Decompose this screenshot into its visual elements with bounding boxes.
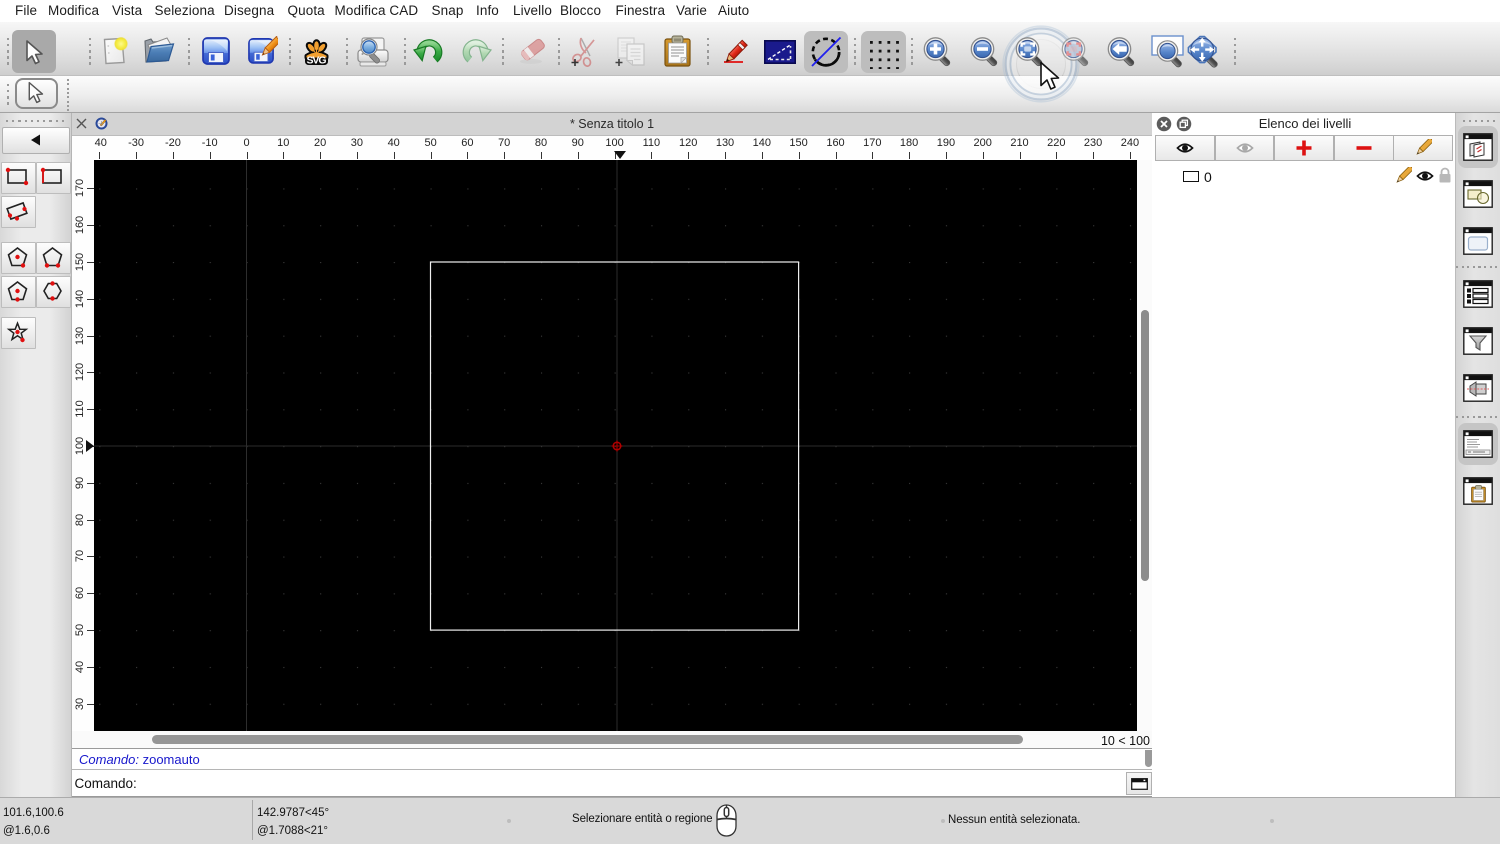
svg-text:SVG: SVG	[307, 55, 327, 66]
